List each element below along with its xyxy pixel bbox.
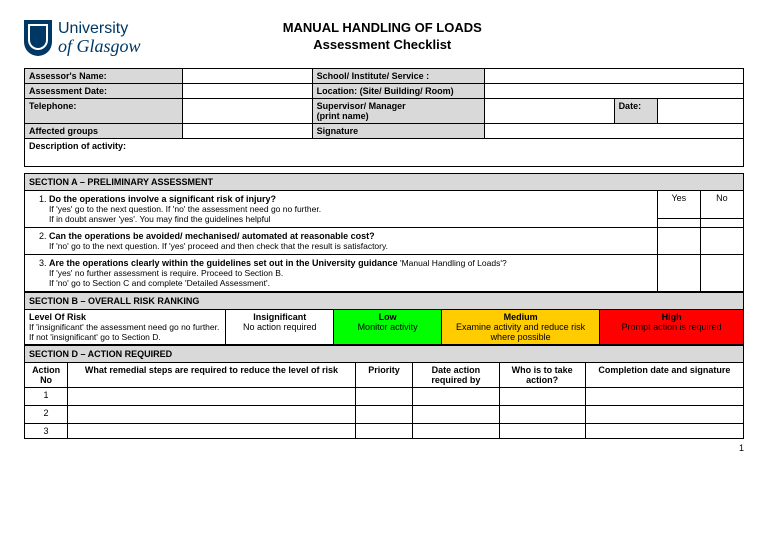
risk-insignificant: Insignificant No action required <box>226 310 334 345</box>
row3-steps[interactable] <box>68 424 356 439</box>
label-supervisor: Supervisor/ Manager (print name) <box>312 99 485 124</box>
field-date[interactable] <box>183 84 312 99</box>
crest-icon <box>24 20 52 56</box>
q1-sub: If 'yes' go to the next question. If 'no… <box>49 204 321 224</box>
row1-no: 1 <box>25 388 68 406</box>
label-school: School/ Institute/ Service : <box>312 69 485 84</box>
field-location[interactable] <box>485 84 744 99</box>
risk-high: High Prompt action is required <box>600 310 744 345</box>
row3-who[interactable] <box>499 424 585 439</box>
col-due: Date action required by <box>413 363 499 388</box>
row2-no: 2 <box>25 406 68 424</box>
row1-who[interactable] <box>499 388 585 406</box>
q1-yes[interactable] <box>657 218 700 227</box>
document-header: University of Glasgow MANUAL HANDLING OF… <box>24 20 744 56</box>
logo-line1: University <box>58 21 141 37</box>
table-row: 3 <box>25 424 744 439</box>
table-row: 1 <box>25 388 744 406</box>
field-tel[interactable] <box>183 99 312 124</box>
q3-no[interactable] <box>700 255 743 292</box>
title-line2: Assessment Checklist <box>141 37 624 54</box>
q2-no[interactable] <box>700 228 743 255</box>
field-assessor[interactable] <box>183 69 312 84</box>
row2-steps[interactable] <box>68 406 356 424</box>
section-b-header: SECTION B – OVERALL RISK RANKING <box>25 293 744 310</box>
field-signature[interactable] <box>485 124 744 139</box>
label-tel: Telephone: <box>25 99 183 124</box>
row3-done[interactable] <box>585 424 743 439</box>
risk-medium: Medium Examine activity and reduce risk … <box>442 310 600 345</box>
label-description[interactable]: Description of activity: <box>25 139 744 167</box>
question-2: Can the operations be avoided/ mechanise… <box>25 228 658 255</box>
logo-text: University of Glasgow <box>58 21 141 55</box>
q1-text: Do the operations involve a significant … <box>49 194 276 204</box>
section-b: SECTION B – OVERALL RISK RANKING Level O… <box>24 292 744 345</box>
section-d-header: SECTION D – ACTION REQUIRED <box>25 346 744 363</box>
q1-no[interactable] <box>700 218 743 227</box>
question-1: Do the operations involve a significant … <box>25 191 658 228</box>
row1-priority[interactable] <box>355 388 413 406</box>
label-date: Assessment Date: <box>25 84 183 99</box>
label-date2: Date: <box>614 99 657 124</box>
row2-priority[interactable] <box>355 406 413 424</box>
label-groups: Affected groups <box>25 124 183 139</box>
section-a: SECTION A – PRELIMINARY ASSESSMENT Do th… <box>24 173 744 292</box>
row1-steps[interactable] <box>68 388 356 406</box>
title-line1: MANUAL HANDLING OF LOADS <box>141 20 624 37</box>
field-school[interactable] <box>485 69 744 84</box>
page-title: MANUAL HANDLING OF LOADS Assessment Chec… <box>141 20 624 54</box>
q3-text-a: Are the operations clearly within the gu… <box>49 258 398 268</box>
risk-level-label: Level Of Risk If 'insignificant' the ass… <box>25 310 226 345</box>
row1-done[interactable] <box>585 388 743 406</box>
q2-sub: If 'no' go to the next question. If 'yes… <box>49 241 388 251</box>
col-action-no: Action No <box>25 363 68 388</box>
col-priority: Priority <box>355 363 413 388</box>
q3-text-b: 'Manual Handling of Loads'? <box>398 258 507 268</box>
q2-text: Can the operations be avoided/ mechanise… <box>49 231 375 241</box>
risk-level-title: Level Of Risk <box>29 312 86 322</box>
section-d: SECTION D – ACTION REQUIRED Action No Wh… <box>24 345 744 439</box>
col-done: Completion date and signature <box>585 363 743 388</box>
question-3: Are the operations clearly within the gu… <box>25 255 658 292</box>
risk-low: Low Monitor activity <box>334 310 442 345</box>
logo: University of Glasgow <box>24 20 141 56</box>
field-groups[interactable] <box>183 124 312 139</box>
col-who: Who is to take action? <box>499 363 585 388</box>
row1-due[interactable] <box>413 388 499 406</box>
col-yes: Yes <box>657 191 700 219</box>
row3-no: 3 <box>25 424 68 439</box>
logo-line2: of Glasgow <box>58 37 141 55</box>
row2-done[interactable] <box>585 406 743 424</box>
label-location: Location: (Site/ Building/ Room) <box>312 84 485 99</box>
row2-who[interactable] <box>499 406 585 424</box>
q2-yes[interactable] <box>657 228 700 255</box>
label-signature: Signature <box>312 124 485 139</box>
label-assessor: Assessor's Name: <box>25 69 183 84</box>
table-row: 2 <box>25 406 744 424</box>
field-supervisor[interactable] <box>485 99 614 124</box>
info-table: Assessor's Name: School/ Institute/ Serv… <box>24 68 744 167</box>
q3-sub: If 'yes' no further assessment is requir… <box>49 268 283 288</box>
col-steps: What remedial steps are required to redu… <box>68 363 356 388</box>
section-a-header: SECTION A – PRELIMINARY ASSESSMENT <box>25 174 744 191</box>
field-date2[interactable] <box>657 99 743 124</box>
row3-priority[interactable] <box>355 424 413 439</box>
q3-yes[interactable] <box>657 255 700 292</box>
page-number: 1 <box>24 443 744 453</box>
row3-due[interactable] <box>413 424 499 439</box>
risk-level-sub: If 'insignificant' the assessment need g… <box>29 322 219 342</box>
row2-due[interactable] <box>413 406 499 424</box>
col-no: No <box>700 191 743 219</box>
